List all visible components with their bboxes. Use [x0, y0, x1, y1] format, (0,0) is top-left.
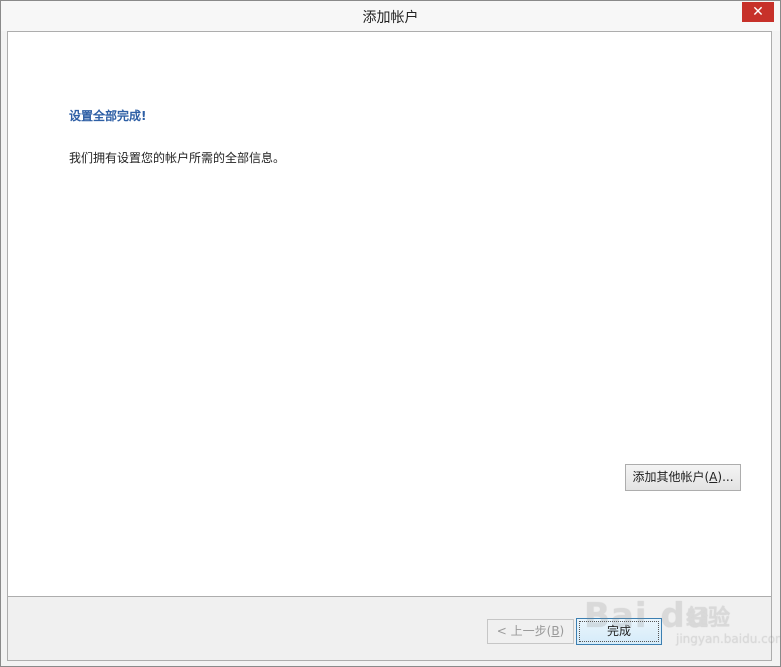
button-footer: < 上一步(B) 完成: [7, 597, 772, 661]
add-other-account-label-prefix: 添加其他帐户(: [632, 470, 710, 484]
back-label-prefix: < 上一步(: [496, 624, 552, 638]
back-label-suffix: ): [559, 624, 565, 638]
content-panel: 设置全部完成! 我们拥有设置您的帐户所需的全部信息。 添加其他帐户(A)...: [7, 31, 772, 597]
title-bar: 添加帐户 ✕: [1, 1, 780, 31]
add-account-dialog: 添加帐户 ✕ 设置全部完成! 我们拥有设置您的帐户所需的全部信息。 添加其他帐户…: [0, 0, 781, 667]
setup-complete-description: 我们拥有设置您的帐户所需的全部信息。: [69, 151, 286, 165]
finish-button[interactable]: 完成: [576, 618, 662, 645]
add-other-account-label-suffix: )...: [717, 470, 734, 484]
back-mnemonic: B: [551, 624, 560, 638]
focus-ring: [579, 621, 659, 642]
window-title: 添加帐户: [362, 10, 419, 26]
close-button[interactable]: ✕: [742, 2, 774, 22]
setup-complete-heading: 设置全部完成!: [69, 109, 147, 123]
add-other-account-button[interactable]: 添加其他帐户(A)...: [625, 464, 741, 491]
back-button[interactable]: < 上一步(B): [487, 619, 574, 644]
close-icon: ✕: [752, 4, 764, 20]
